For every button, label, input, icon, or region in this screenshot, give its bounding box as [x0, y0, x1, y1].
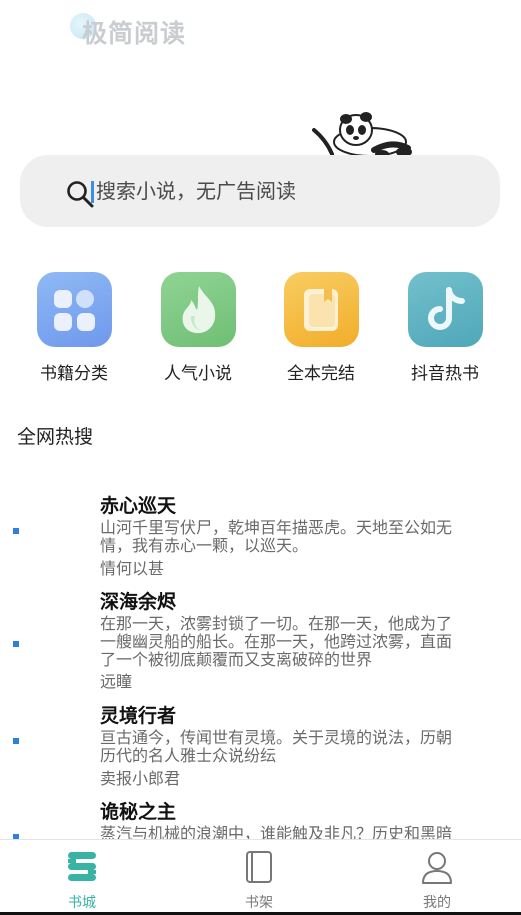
search-input[interactable]: 搜索小说，无广告阅读 — [96, 172, 476, 210]
tab-profile[interactable]: 我的 — [382, 848, 492, 912]
list-marker — [13, 641, 19, 647]
book-author: 情何以甚 — [100, 559, 165, 578]
book-description-line: 在那一天，浓雾封锁了一切。在那一天，他成为了 — [100, 614, 453, 633]
profile-icon[interactable] — [418, 848, 456, 886]
tab-label: 书架 — [245, 895, 273, 911]
category-label: 全本完结 — [287, 364, 355, 384]
list-marker — [13, 738, 19, 744]
book-description-line: 情，我有赤心一颗，以巡天。 — [100, 536, 309, 555]
panda-illustration — [312, 112, 412, 158]
app-logo-text: 极简阅读 — [82, 19, 187, 48]
category-book-classification[interactable]: 书籍分类 — [24, 272, 124, 384]
category-row: 书籍分类 人气小说 全本完结 抖音热书 — [0, 272, 521, 387]
tiktok-icon[interactable] — [407, 272, 483, 347]
book-icon[interactable] — [283, 272, 359, 347]
category-label: 抖音热书 — [411, 364, 479, 384]
category-completed[interactable]: 全本完结 — [271, 272, 371, 384]
bookshelf-icon[interactable] — [240, 848, 278, 886]
book-description-line: 历代的名人雅士众说纷纭 — [100, 746, 277, 765]
book-description-line: 山河千里写伏尸，乾坤百年描恶虎。天地至公如无 — [100, 518, 453, 537]
grid-icon[interactable] — [36, 272, 112, 347]
book-description: 亘古通今，传闻世有灵境。关于灵境的说法，历朝 历代的名人雅士众说纷纭 — [100, 729, 500, 765]
book-title[interactable]: 灵境行者 — [100, 701, 176, 728]
bookstore-icon[interactable] — [63, 848, 101, 886]
book-author: 远瞳 — [100, 672, 133, 691]
category-douyin-hot[interactable]: 抖音热书 — [395, 272, 495, 384]
bottom-tab-bar: 书城 书架 我的 — [0, 839, 521, 915]
book-author: 卖报小郎君 — [100, 769, 181, 788]
tab-label: 我的 — [423, 895, 451, 911]
hot-search-title: 全网热搜 — [17, 426, 94, 448]
book-description-line: 一艘幽灵船的船长。在那一天，他跨过浓雾，直面 — [100, 632, 453, 651]
category-label: 书籍分类 — [40, 364, 108, 384]
text-cursor — [91, 181, 94, 203]
book-title[interactable]: 深海余烬 — [100, 587, 176, 614]
book-title[interactable]: 赤心巡天 — [100, 491, 176, 518]
tab-bookstore[interactable]: 书城 — [27, 848, 137, 912]
app-logo: 极简阅读 — [68, 12, 185, 52]
category-label: 人气小说 — [164, 364, 232, 384]
book-description-line: 亘古通今，传闻世有灵境。关于灵境的说法，历朝 — [100, 728, 453, 747]
tab-label: 书城 — [68, 895, 96, 911]
book-title[interactable]: 诡秘之主 — [100, 797, 176, 824]
tab-bookshelf[interactable]: 书架 — [204, 848, 314, 912]
book-description: 山河千里写伏尸，乾坤百年描恶虎。天地至公如无 情，我有赤心一颗，以巡天。 — [100, 519, 500, 555]
book-description: 在那一天，浓雾封锁了一切。在那一天，他成为了 一艘幽灵船的船长。在那一天，他跨过… — [100, 615, 500, 669]
flame-icon[interactable] — [160, 272, 236, 347]
category-popular-novels[interactable]: 人气小说 — [148, 272, 248, 384]
list-marker — [13, 528, 19, 534]
book-description-line: 了一个被彻底颠覆而又支离破碎的世界 — [100, 650, 373, 669]
